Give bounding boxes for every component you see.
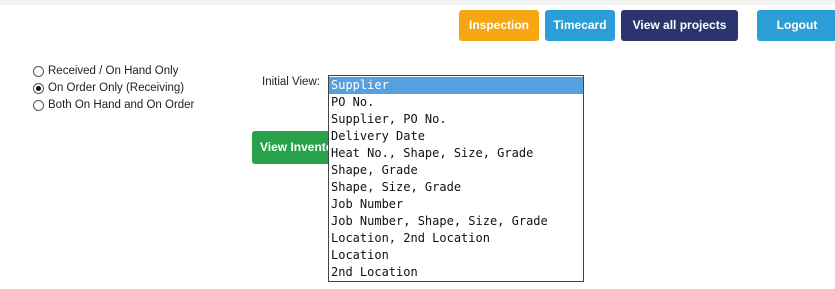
option-2nd-location[interactable]: 2nd Location (329, 264, 583, 281)
option-delivery-date[interactable]: Delivery Date (329, 128, 583, 145)
radio-label: Both On Hand and On Order (48, 99, 195, 111)
option-shape-size-grade[interactable]: Shape, Size, Grade (329, 179, 583, 196)
radio-circle-checked[interactable] (33, 82, 44, 94)
radio-both[interactable]: Both On Hand and On Order (33, 97, 194, 113)
view-all-projects-button[interactable]: View all projects (621, 10, 738, 41)
radio-label: On Order Only (Receiving) (48, 82, 185, 94)
option-supplier-po-no[interactable]: Supplier, PO No. (329, 111, 583, 128)
initial-view-listbox[interactable]: Supplier PO No. Supplier, PO No. Deliver… (328, 75, 584, 282)
radio-label: Received / On Hand Only (48, 65, 179, 77)
radio-circle[interactable] (33, 99, 44, 111)
timecard-button[interactable]: Timecard (545, 10, 615, 41)
option-shape-grade[interactable]: Shape, Grade (329, 162, 583, 179)
option-job-number[interactable]: Job Number (329, 196, 583, 213)
option-supplier[interactable]: Supplier (329, 77, 583, 94)
option-po-no[interactable]: PO No. (329, 94, 583, 111)
radio-on-order[interactable]: On Order Only (Receiving) (33, 80, 184, 96)
radio-received-on-hand[interactable]: Received / On Hand Only (33, 63, 178, 79)
logout-button[interactable]: Logout (757, 10, 835, 41)
option-location[interactable]: Location (329, 247, 583, 264)
inspection-button[interactable]: Inspection (459, 10, 539, 41)
option-location-2nd-location[interactable]: Location, 2nd Location (329, 230, 583, 247)
radio-circle[interactable] (33, 65, 44, 77)
option-heat-no-shape-size-grade[interactable]: Heat No., Shape, Size, Grade (329, 145, 583, 162)
initial-view-label: Initial View: (262, 76, 320, 88)
option-job-number-shape-size-grade[interactable]: Job Number, Shape, Size, Grade (329, 213, 583, 230)
